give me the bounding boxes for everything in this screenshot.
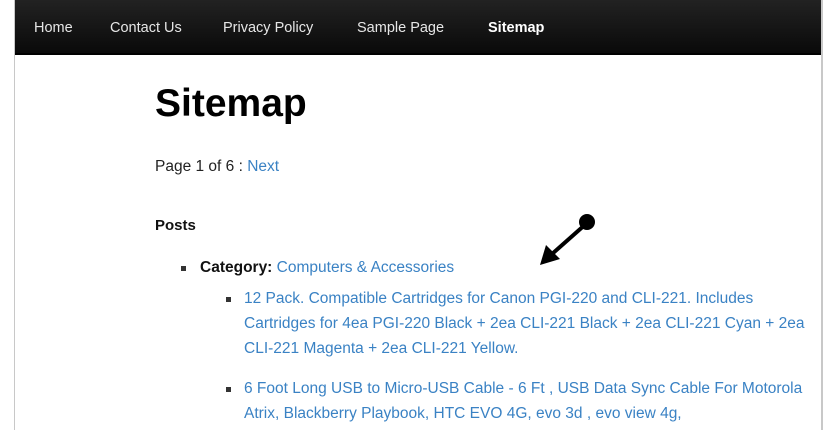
- category-link[interactable]: Computers & Accessories: [277, 259, 454, 276]
- next-page-link[interactable]: Next: [247, 158, 279, 175]
- list-bullet: [226, 297, 231, 302]
- nav-item-sample-page[interactable]: Sample Page: [357, 20, 444, 36]
- category-item: Category: Computers & Accessories: [200, 259, 454, 277]
- posts-heading: Posts: [155, 217, 196, 234]
- pager-text: Page 1 of 6 :: [155, 158, 248, 175]
- page-frame: Home Contact Us Privacy Policy Sample Pa…: [0, 0, 825, 430]
- list-bullet: [181, 266, 186, 271]
- nav-item-sitemap[interactable]: Sitemap: [488, 20, 544, 36]
- page-title: Sitemap: [155, 82, 307, 125]
- nav-item-contact-us[interactable]: Contact Us: [110, 20, 182, 36]
- pagination: Page 1 of 6 : Next: [155, 158, 279, 176]
- list-bullet: [226, 387, 231, 392]
- page-right-border: [821, 0, 823, 430]
- post-link[interactable]: 12 Pack. Compatible Cartridges for Canon…: [244, 286, 819, 361]
- category-label: Category:: [200, 259, 273, 276]
- page-left-border: [14, 0, 15, 430]
- nav-item-home[interactable]: Home: [34, 20, 73, 36]
- nav-item-privacy-policy[interactable]: Privacy Policy: [223, 20, 313, 36]
- top-navigation: Home Contact Us Privacy Policy Sample Pa…: [15, 0, 821, 55]
- pointer-arrow-icon: [540, 214, 595, 265]
- post-link[interactable]: 6 Foot Long USB to Micro-USB Cable - 6 F…: [244, 376, 819, 426]
